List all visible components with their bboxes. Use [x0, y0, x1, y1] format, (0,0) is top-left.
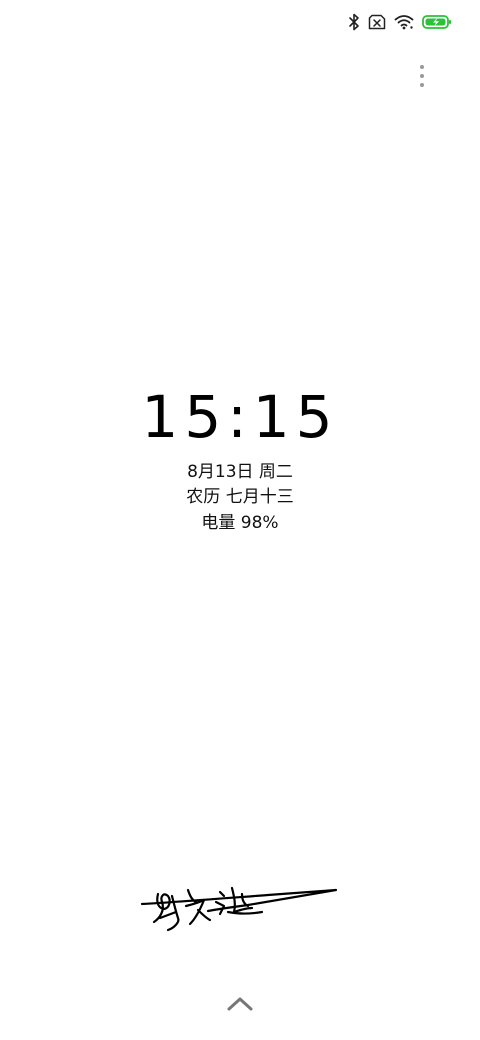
wifi-icon	[394, 14, 414, 30]
more-vertical-icon-dot	[420, 74, 424, 78]
more-vertical-icon-dot	[420, 83, 424, 87]
battery-level-text: 电量 98%	[201, 513, 279, 533]
bluetooth-icon	[348, 13, 360, 31]
chevron-up-icon	[227, 997, 253, 1011]
more-options-button[interactable]	[414, 62, 430, 90]
more-vertical-icon	[420, 65, 424, 69]
battery-charging-icon	[422, 14, 452, 30]
lunar-date-text: 农历 七月十三	[186, 487, 294, 507]
date-text: 8月13日 周二	[187, 462, 293, 482]
clock-time: 15:15	[141, 383, 339, 451]
status-bar	[348, 10, 452, 34]
signature-image	[138, 878, 342, 938]
swipe-up-button[interactable]	[222, 990, 258, 1018]
no-sim-icon	[368, 14, 386, 30]
